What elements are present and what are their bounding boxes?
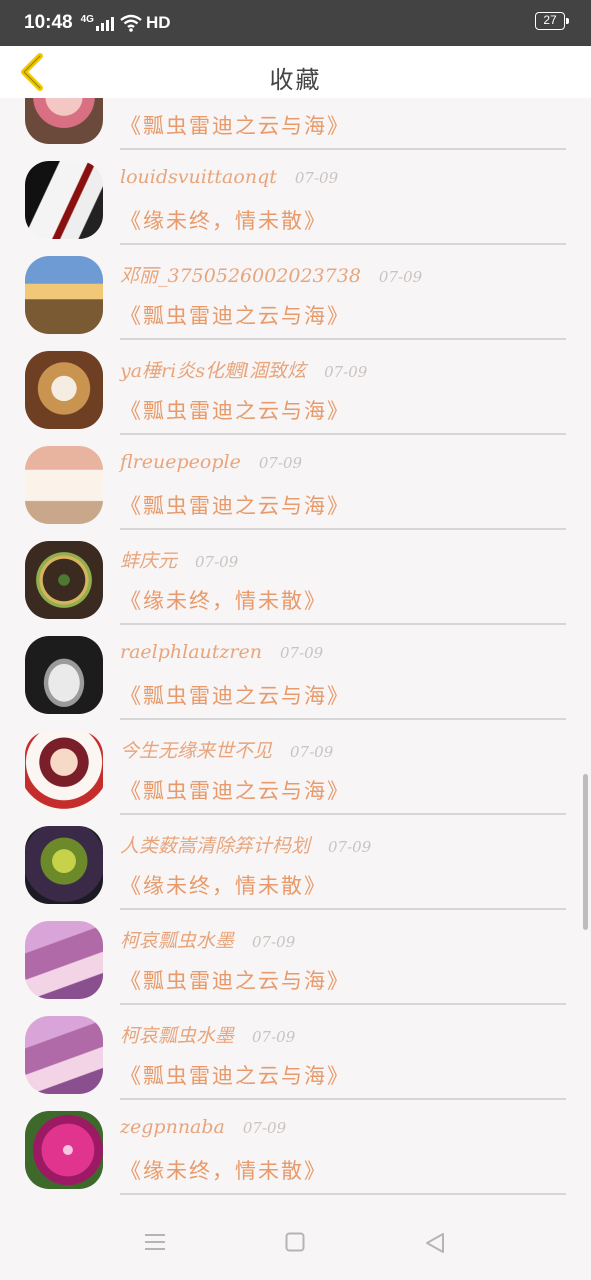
list-item[interactable]: zegpnnaba 07-09 《缘未终，情未散》 bbox=[0, 1091, 591, 1195]
list-item[interactable]: 今生无缘来世不见 07-09 《瓢虫雷迪之云与海》 bbox=[0, 711, 591, 815]
avatar[interactable] bbox=[25, 1016, 103, 1094]
user-name: 人类薮嵩清除笲计杩划 bbox=[120, 835, 311, 857]
list-item[interactable]: flreuepeople 07-09 《瓢虫雷迪之云与海》 bbox=[0, 426, 591, 530]
avatar[interactable] bbox=[25, 921, 103, 999]
avatar[interactable] bbox=[25, 636, 103, 714]
page-title: 收藏 bbox=[269, 66, 322, 94]
item-date: 07-09 bbox=[294, 169, 339, 187]
item-title[interactable]: 《瓢虫雷迪之云与海》 bbox=[120, 1060, 350, 1090]
header-bar: 收藏 bbox=[0, 46, 591, 98]
system-nav-bar bbox=[0, 1206, 591, 1280]
list-item[interactable]: 柯哀瓢虫水墨 07-09 《瓢虫雷迪之云与海》 bbox=[0, 901, 591, 1005]
list-item[interactable]: 柯哀瓢虫水墨 07-09 《瓢虫雷迪之云与海》 bbox=[0, 996, 591, 1100]
item-date: 07-09 bbox=[324, 363, 368, 381]
list-item[interactable]: 邓丽_3750526002023738 07-09 《瓢虫雷迪之云与海》 bbox=[0, 236, 591, 340]
item-title[interactable]: 《缘未终，情未散》 bbox=[120, 1155, 327, 1185]
signal-icon bbox=[95, 15, 114, 31]
list-item[interactable]: louidsvuittaonqt 07-09 《缘未终，情未散》 bbox=[0, 141, 591, 245]
avatar[interactable] bbox=[25, 1111, 103, 1189]
list-item[interactable]: 人类薮嵩清除笲计杩划 07-09 《缘未终，情未散》 bbox=[0, 806, 591, 910]
user-name: louidsvuittaonqt bbox=[120, 166, 277, 188]
item-title[interactable]: 《瓢虫雷迪之云与海》 bbox=[120, 395, 350, 425]
item-date: 07-09 bbox=[378, 268, 423, 286]
item-date: 07-09 bbox=[279, 644, 324, 662]
item-date: 07-09 bbox=[242, 1119, 287, 1137]
user-name: 蚌庆元 bbox=[120, 550, 178, 572]
battery-icon: 27 bbox=[535, 12, 569, 30]
avatar[interactable] bbox=[25, 98, 103, 144]
item-title[interactable]: 《瓢虫雷迪之云与海》 bbox=[120, 300, 350, 330]
list-item[interactable] bbox=[0, 1186, 591, 1206]
item-title[interactable]: 《缘未终，情未散》 bbox=[120, 585, 327, 615]
list-item[interactable]: ya棰ri炎s化魍l涸致炫 07-09 《瓢虫雷迪之云与海》 bbox=[0, 331, 591, 435]
scrollbar[interactable] bbox=[583, 774, 588, 930]
user-name: ya棰ri炎s化魍l涸致炫 bbox=[120, 360, 307, 382]
status-bar: 10:48 4G HD 27 bbox=[0, 0, 591, 46]
user-name: 柯哀瓢虫水墨 bbox=[120, 930, 235, 952]
item-title[interactable]: 《缘未终，情未散》 bbox=[120, 205, 327, 235]
user-name: zegpnnaba bbox=[120, 1116, 225, 1138]
menu-icon[interactable] bbox=[144, 1232, 166, 1252]
item-date: 07-09 bbox=[328, 838, 372, 856]
avatar[interactable] bbox=[25, 826, 103, 904]
item-date: 07-09 bbox=[252, 933, 296, 951]
hd-label: HD bbox=[145, 13, 171, 32]
home-square-icon[interactable] bbox=[285, 1232, 305, 1252]
avatar[interactable] bbox=[25, 256, 103, 334]
item-title[interactable]: 《瓢虫雷迪之云与海》 bbox=[120, 680, 350, 710]
avatar[interactable] bbox=[25, 351, 103, 429]
list-item[interactable]: 蚌庆元 07-09 《缘未终，情未散》 bbox=[0, 521, 591, 625]
user-name: flreuepeople bbox=[120, 451, 241, 473]
user-name: raelphlautzren bbox=[120, 641, 262, 663]
avatar[interactable] bbox=[25, 446, 103, 524]
user-name: 邓丽_3750526002023738 bbox=[120, 265, 361, 287]
item-title[interactable]: 《瓢虫雷迪之云与海》 bbox=[120, 965, 350, 995]
item-title[interactable]: 《缘未终，情未散》 bbox=[120, 870, 327, 900]
item-title[interactable]: 《瓢虫雷迪之云与海》 bbox=[120, 775, 350, 805]
item-title[interactable]: 《瓢虫雷迪之云与海》 bbox=[120, 490, 350, 520]
item-date: 07-09 bbox=[252, 1028, 296, 1046]
list-item[interactable]: 《瓢虫雷迪之云与海》 bbox=[0, 98, 591, 150]
item-title[interactable]: 《瓢虫雷迪之云与海》 bbox=[120, 110, 350, 140]
item-date: 07-09 bbox=[195, 553, 239, 571]
favorites-list[interactable]: 《瓢虫雷迪之云与海》 louidsvuittaonqt 07-09 《缘未终，情未… bbox=[0, 98, 591, 1206]
item-date: 07-09 bbox=[258, 454, 303, 472]
avatar[interactable] bbox=[25, 161, 103, 239]
user-name: 柯哀瓢虫水墨 bbox=[120, 1025, 235, 1047]
user-name: 今生无缘来世不见 bbox=[120, 740, 273, 762]
list-item[interactable]: raelphlautzren 07-09 《瓢虫雷迪之云与海》 bbox=[0, 616, 591, 720]
item-date: 07-09 bbox=[290, 743, 334, 761]
network-type: 4G bbox=[80, 13, 94, 25]
back-triangle-icon[interactable] bbox=[424, 1232, 446, 1254]
status-time: 10:48 bbox=[24, 12, 73, 33]
avatar[interactable] bbox=[25, 541, 103, 619]
avatar[interactable] bbox=[25, 731, 103, 809]
wifi-icon bbox=[120, 14, 142, 32]
